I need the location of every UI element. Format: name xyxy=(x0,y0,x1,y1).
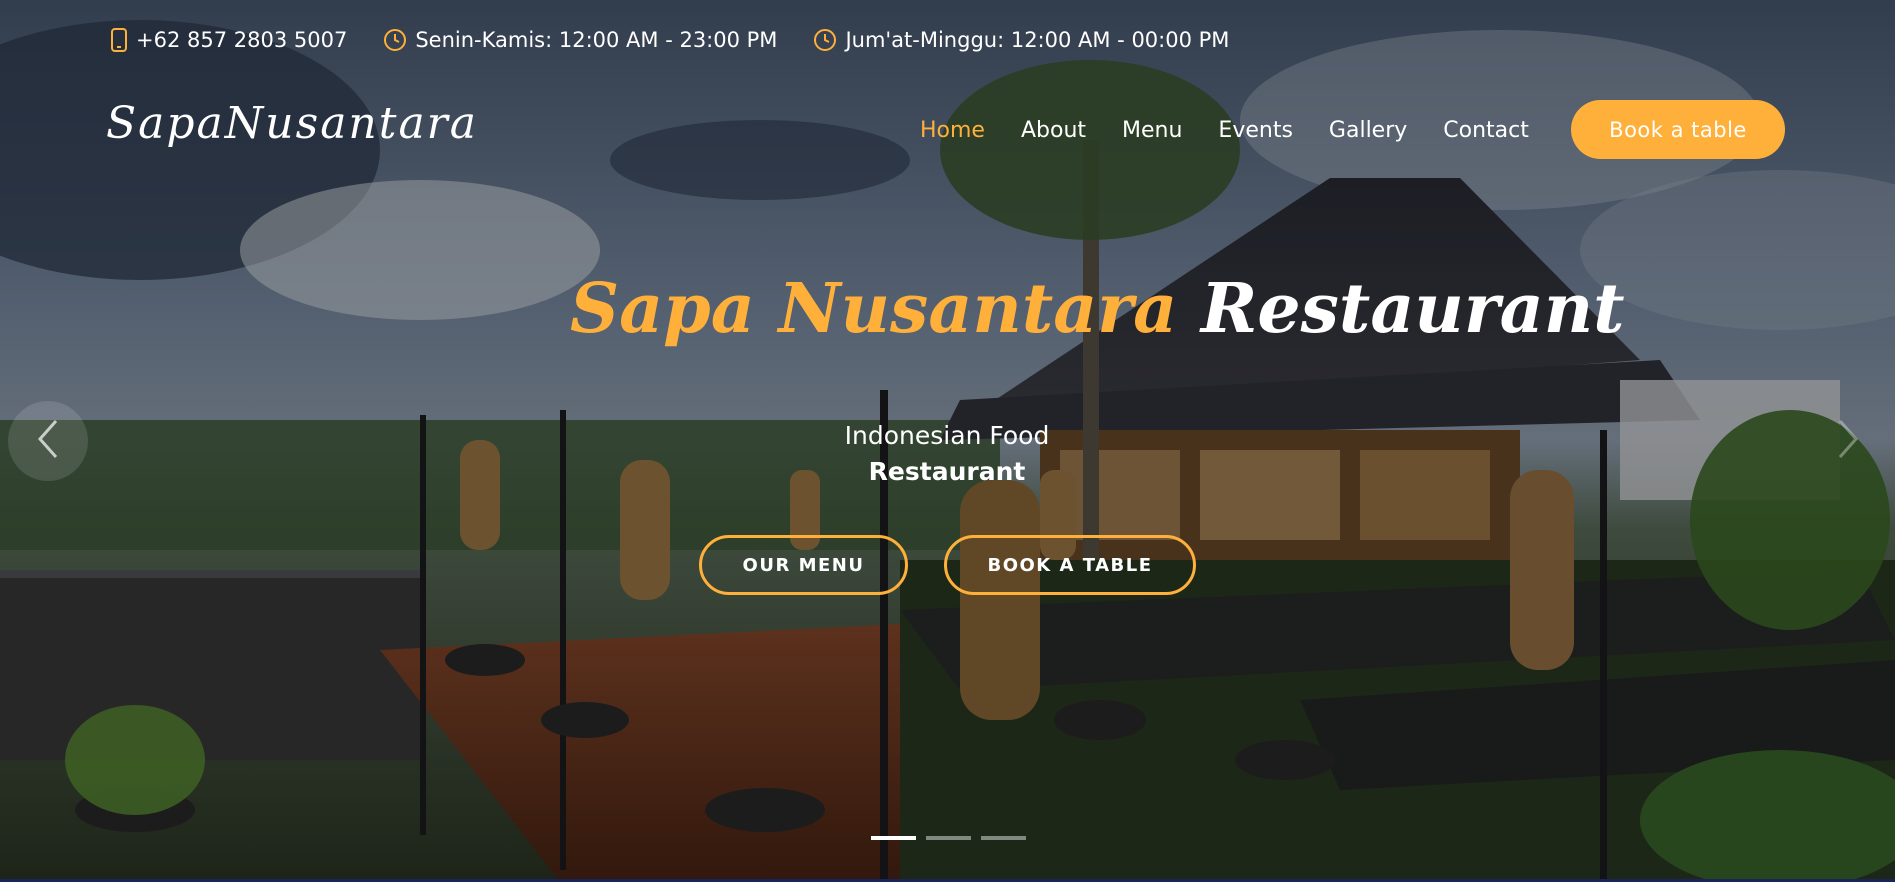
carousel-prev-button[interactable] xyxy=(8,401,88,481)
nav-item-contact[interactable]: Contact xyxy=(1443,118,1529,143)
nav-item-menu[interactable]: Menu xyxy=(1122,118,1182,143)
topbar-phone[interactable]: +62 857 2803 5007 xyxy=(110,28,347,52)
site-logo[interactable]: SapaNusantara xyxy=(106,98,478,149)
our-menu-button[interactable]: OUR MENU xyxy=(699,535,908,595)
hours-weekday-text: Senin-Kamis: 12:00 AM - 23:00 PM xyxy=(415,28,778,52)
clock-icon xyxy=(383,28,407,52)
hero-subtitle-line1: Indonesian Food xyxy=(844,421,1050,450)
hero-subtitle-line2: Restaurant xyxy=(868,457,1026,486)
carousel-indicator[interactable] xyxy=(926,836,971,840)
nav-item-about[interactable]: About xyxy=(1021,118,1086,143)
carousel-next-button[interactable] xyxy=(1808,401,1888,481)
chevron-right-icon xyxy=(1834,417,1862,465)
nav-item-events[interactable]: Events xyxy=(1218,118,1293,143)
topbar-hours-weekend: Jum'at-Minggu: 12:00 AM - 00:00 PM xyxy=(813,28,1229,52)
book-a-table-button[interactable]: BOOK A TABLE xyxy=(944,535,1196,595)
hero-subtitle: Indonesian Food Restaurant xyxy=(747,418,1147,490)
hero-title-accent: Sapa Nusantara xyxy=(570,269,1178,349)
hero-title: Sapa Nusantara Restaurant xyxy=(570,275,1625,343)
nav-item-home[interactable]: Home xyxy=(920,118,985,143)
carousel-indicators xyxy=(871,836,1026,840)
carousel-indicator[interactable] xyxy=(981,836,1026,840)
hero-section: +62 857 2803 5007 Senin-Kamis: 12:00 AM … xyxy=(0,0,1895,882)
phone-icon xyxy=(110,28,128,52)
top-info-bar: +62 857 2803 5007 Senin-Kamis: 12:00 AM … xyxy=(110,22,1229,58)
topbar-hours-weekday: Senin-Kamis: 12:00 AM - 23:00 PM xyxy=(383,28,777,52)
carousel-indicator[interactable] xyxy=(871,836,916,840)
nav-item-gallery[interactable]: Gallery xyxy=(1329,118,1407,143)
phone-number: +62 857 2803 5007 xyxy=(136,28,348,52)
hero-title-white: Restaurant xyxy=(1200,269,1625,349)
main-nav: Home About Menu Events Gallery Contact xyxy=(920,110,1529,150)
clock-icon xyxy=(813,28,837,52)
chevron-left-icon xyxy=(34,417,62,465)
book-table-button[interactable]: Book a table xyxy=(1571,100,1785,159)
hours-weekend-text: Jum'at-Minggu: 12:00 AM - 00:00 PM xyxy=(845,28,1230,52)
